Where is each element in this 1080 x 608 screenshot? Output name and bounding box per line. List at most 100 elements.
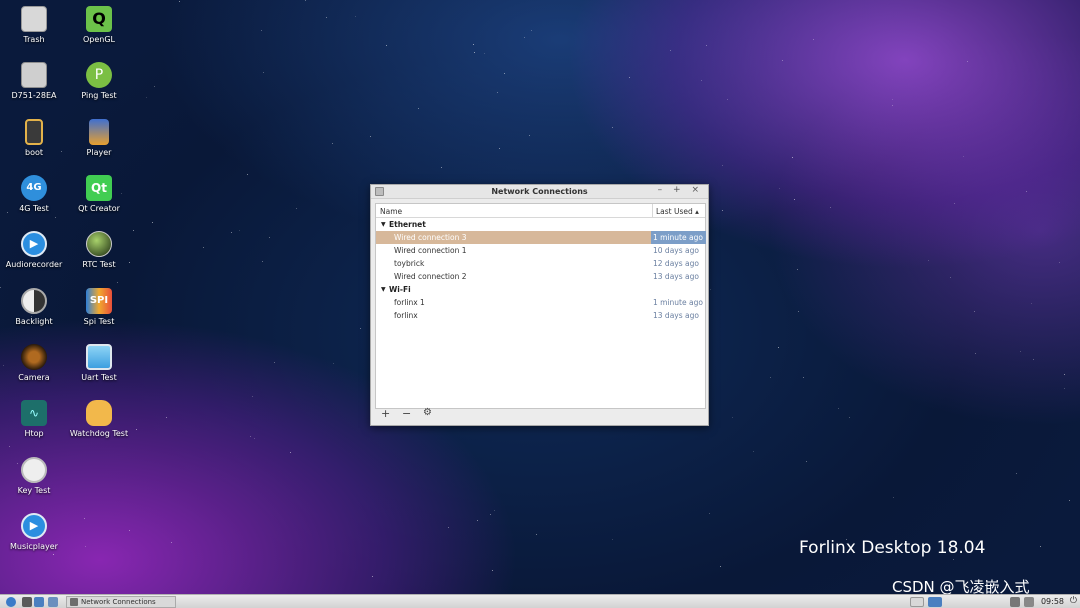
star xyxy=(706,45,707,46)
desktop-icon-htop[interactable]: ∿ Htop xyxy=(3,400,65,439)
network-tray-icon[interactable] xyxy=(1010,597,1020,607)
desktop-icon-usb-drive[interactable]: D751-28EA xyxy=(3,62,65,101)
desktop-icon-4g-test[interactable]: 4G 4G Test xyxy=(3,175,65,214)
close-button[interactable]: × xyxy=(691,185,703,195)
desktop-icon-label: boot xyxy=(24,148,43,157)
start-menu-icon[interactable] xyxy=(6,597,16,607)
desktop-icon-audiorecorder[interactable]: ▶ Audiorecorder xyxy=(3,231,65,270)
star xyxy=(701,80,702,81)
connection-name: toybrick xyxy=(394,259,425,268)
power-icon[interactable]: ⏻ xyxy=(1070,596,1077,606)
star xyxy=(524,37,525,38)
star xyxy=(0,287,1,288)
desktop-icon-camera[interactable]: Camera xyxy=(3,344,65,383)
star xyxy=(504,73,505,74)
clock[interactable]: 09:58 xyxy=(1041,597,1064,606)
window-titlebar[interactable]: Network Connections – + × xyxy=(371,185,708,199)
workspace-icon[interactable] xyxy=(910,597,924,607)
star xyxy=(171,542,172,543)
volume-tray-icon[interactable] xyxy=(1024,597,1034,607)
desktop-icon-label: Spi Test xyxy=(83,317,115,326)
star xyxy=(893,497,894,498)
browser-icon[interactable] xyxy=(48,597,58,607)
star xyxy=(1040,546,1041,547)
star xyxy=(806,461,807,462)
desktop-icon-backlight[interactable]: Backlight xyxy=(3,288,65,327)
connection-row[interactable]: Wired connection 1 10 days ago xyxy=(376,244,705,257)
star xyxy=(670,50,671,51)
desktop-icon-key-test[interactable]: Key Test xyxy=(3,457,65,496)
group-ethernet[interactable]: ▼ Ethernet xyxy=(376,218,705,231)
star xyxy=(332,143,333,144)
desktop-icon-uart-test[interactable]: Uart Test xyxy=(68,344,130,383)
group-label: Wi-Fi xyxy=(389,285,411,294)
star xyxy=(494,510,495,511)
connection-row[interactable]: toybrick 12 days ago xyxy=(376,257,705,270)
connection-last-used: 13 days ago xyxy=(653,311,699,320)
star xyxy=(1016,473,1017,474)
star xyxy=(477,520,478,521)
connections-list[interactable]: Name Last Used ▴ ▼ Ethernet Wired connec… xyxy=(375,203,706,409)
desktop-icon-spi-test[interactable]: SPI Spi Test xyxy=(68,288,130,327)
star xyxy=(262,261,263,262)
connection-row[interactable]: Wired connection 2 13 days ago xyxy=(376,270,705,283)
star xyxy=(490,514,491,515)
desktop-icon-label: Key Test xyxy=(17,486,51,495)
column-header-last-used[interactable]: Last Used ▴ xyxy=(652,204,707,217)
star xyxy=(136,429,137,430)
star xyxy=(1064,388,1065,389)
workspace-active-icon[interactable] xyxy=(928,597,942,607)
star xyxy=(355,16,356,17)
desktop-icon-player[interactable]: Player xyxy=(68,119,130,158)
desktop-icon-label: OpenGL xyxy=(82,35,116,44)
taskbar: Network Connections 09:58 ⏻ xyxy=(0,594,1080,608)
star xyxy=(53,554,54,555)
expand-arrow-icon[interactable]: ▼ xyxy=(381,286,386,293)
column-header-name[interactable]: Name xyxy=(380,207,402,216)
star xyxy=(492,570,493,571)
connection-row[interactable]: forlinx 13 days ago xyxy=(376,309,705,322)
star xyxy=(612,539,613,540)
star xyxy=(629,77,630,78)
star xyxy=(975,353,976,354)
minimize-button[interactable]: – xyxy=(658,185,667,195)
star xyxy=(84,518,85,519)
desktop-brand-text: Forlinx Desktop 18.04 xyxy=(799,538,986,558)
taskbar-task-network-connections[interactable]: Network Connections xyxy=(66,596,176,608)
star xyxy=(954,203,955,204)
star xyxy=(474,52,475,53)
desktop-icon-trash[interactable]: Trash xyxy=(3,6,65,45)
desktop-icon-watchdog-test[interactable]: Watchdog Test xyxy=(68,400,130,439)
star xyxy=(830,207,831,208)
star xyxy=(963,156,964,157)
connection-row[interactable]: forlinx 1 1 minute ago xyxy=(376,296,705,309)
desktop-icon-rtc-test[interactable]: RTC Test xyxy=(68,231,130,270)
settings-gear-icon[interactable]: ⚙ xyxy=(423,407,432,418)
terminal-icon[interactable] xyxy=(22,597,32,607)
star xyxy=(1064,374,1065,375)
desktop-icon-label: Ping Test xyxy=(81,91,117,100)
file-manager-icon[interactable] xyxy=(34,597,44,607)
globe-icon xyxy=(86,231,112,257)
connection-row[interactable]: Wired connection 3 1 minute ago xyxy=(376,231,706,244)
desktop-icon-label: D751-28EA xyxy=(11,91,57,100)
4g-icon: 4G xyxy=(21,175,47,201)
star xyxy=(849,417,850,418)
star xyxy=(203,247,204,248)
star xyxy=(770,377,771,378)
desktop-icon-ping-test[interactable]: P Ping Test xyxy=(68,62,130,101)
star xyxy=(333,363,334,364)
add-connection-button[interactable]: + xyxy=(381,407,390,420)
star xyxy=(1033,359,1034,360)
desktop-icon-musicplayer[interactable]: ▶ Musicplayer xyxy=(3,513,65,552)
desktop-icon-qt-creator[interactable]: Qt Qt Creator xyxy=(68,175,130,214)
expand-arrow-icon[interactable]: ▼ xyxy=(381,221,386,228)
desktop-icon-boot[interactable]: boot xyxy=(3,119,65,158)
star xyxy=(441,167,442,168)
desktop-icon-opengl[interactable]: Q OpenGL xyxy=(68,6,130,45)
connection-last-used: 12 days ago xyxy=(653,259,699,268)
remove-connection-button[interactable]: − xyxy=(402,407,411,420)
star xyxy=(133,230,134,231)
group-wifi[interactable]: ▼ Wi-Fi xyxy=(376,283,705,296)
maximize-button[interactable]: + xyxy=(673,185,685,195)
